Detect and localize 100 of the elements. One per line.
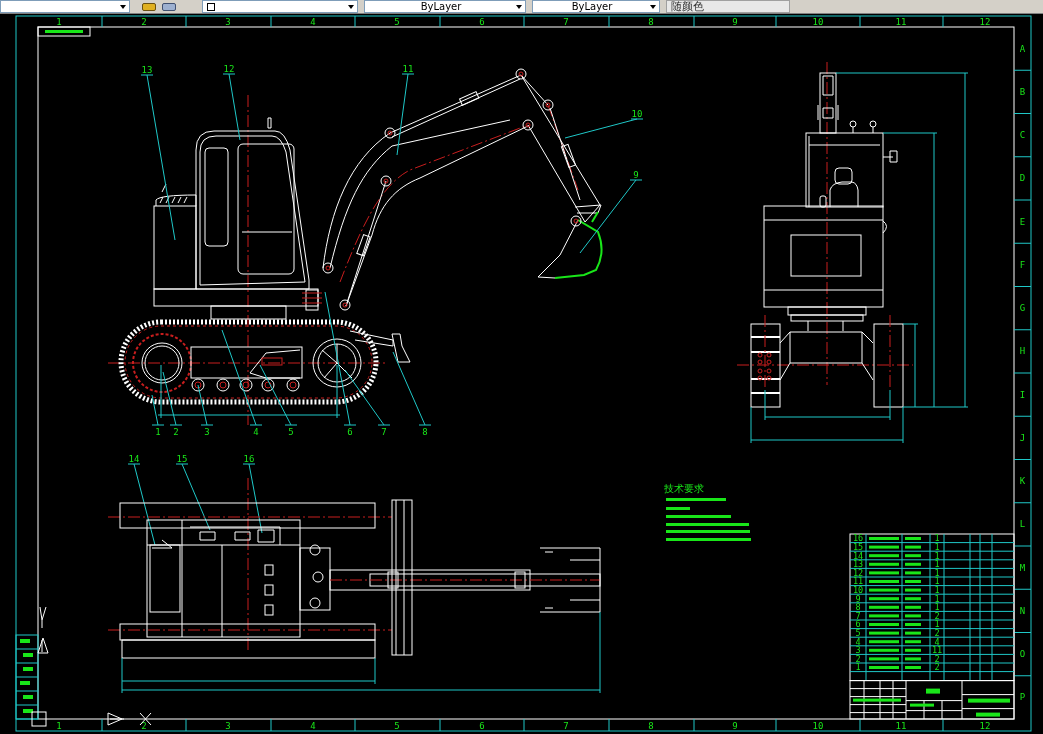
column-label: 5 (394, 17, 400, 27)
column-label: 5 (394, 721, 400, 731)
table-cell: 12 (852, 567, 864, 578)
balloon-number: 2 (173, 427, 179, 437)
column-label: 4 (310, 17, 316, 27)
balloon-number: 13 (141, 65, 153, 75)
table-cell: 2 (934, 653, 940, 664)
dropdown[interactable]: ByLayer (364, 0, 526, 13)
column-label: 2 (141, 721, 147, 731)
row-label: L (1019, 519, 1026, 530)
table-cell: 5 (855, 627, 861, 638)
caret-icon (120, 4, 126, 9)
square-icon (207, 2, 215, 11)
column-label: 1 (56, 17, 62, 27)
dropdown[interactable] (202, 0, 358, 13)
column-label: 8 (648, 17, 654, 27)
dropdown[interactable] (0, 0, 130, 13)
table-cell: 2 (855, 653, 861, 664)
row-label: G (1019, 303, 1026, 314)
column-label: 10 (812, 17, 824, 27)
row-label: H (1019, 346, 1026, 357)
table-cell: 10 (852, 584, 864, 595)
notes-title: 技术要求 (664, 483, 704, 494)
column-label: 8 (648, 721, 654, 731)
balloon-number: 12 (223, 64, 235, 74)
column-label: 2 (141, 17, 147, 27)
ucs-icon (37, 606, 49, 654)
balloon-number: 10 (631, 109, 643, 119)
row-label: F (1019, 259, 1026, 270)
column-label: 1 (56, 721, 62, 731)
balloon-number: 16 (243, 454, 255, 464)
caret-icon (348, 4, 354, 9)
column-label: 11 (895, 721, 907, 731)
row-label: J (1019, 432, 1026, 443)
label-box (37, 26, 91, 37)
row-label: C (1019, 130, 1026, 141)
row-label: K (1019, 476, 1026, 487)
table-cell: 1 (934, 550, 940, 561)
table-cell: 13 (852, 559, 864, 570)
dropdown[interactable]: ByLayer (532, 0, 660, 13)
row-label: O (1019, 649, 1026, 660)
table-cell: 4 (934, 636, 940, 647)
balloon-number: 3 (204, 427, 210, 437)
column-label: 9 (732, 17, 738, 27)
balloon-number: 5 (288, 427, 294, 437)
table-cell: 1 (934, 541, 940, 552)
column-label: 9 (732, 721, 738, 731)
table-cell: 1 (855, 662, 861, 673)
column-label: 11 (895, 17, 907, 27)
table-cell: 16 (852, 533, 864, 544)
table-cell: 2 (934, 610, 940, 621)
table-cell: 11 (931, 645, 943, 656)
balloon-number: 14 (128, 454, 140, 464)
row-label: M (1019, 562, 1026, 573)
layers-icon[interactable] (142, 2, 156, 11)
caret-icon (516, 4, 522, 9)
row-label: P (1019, 692, 1026, 703)
stack-icon[interactable] (162, 2, 176, 11)
leader-line (222, 73, 241, 141)
table-cell: 11 (852, 576, 864, 587)
table-cell: 4 (855, 636, 861, 647)
table-cell: 1 (934, 576, 940, 587)
column-label: 7 (563, 721, 569, 731)
column-label: 4 (310, 721, 316, 731)
table-cell: 1 (934, 567, 940, 578)
row-label: I (1019, 389, 1026, 400)
table-cell: 15 (852, 541, 864, 552)
column-label: 10 (812, 721, 824, 731)
table-cell: 1 (934, 593, 940, 604)
row-label: N (1019, 605, 1026, 616)
table-cell: 1 (934, 619, 940, 630)
table-cell: 1 (934, 533, 940, 544)
column-label: 12 (979, 721, 991, 731)
color-field[interactable]: 随颜色 (666, 0, 790, 13)
table-cell: 2 (934, 662, 940, 673)
table-cell: 7 (855, 610, 861, 621)
table-cell: 6 (855, 619, 861, 630)
row-label: E (1019, 216, 1026, 227)
row-label: D (1019, 173, 1026, 184)
leader-line (197, 384, 214, 426)
column-label: 3 (225, 17, 231, 27)
balloon-number: 6 (347, 427, 353, 437)
table-cell: 1 (934, 559, 940, 570)
table-cell: 2 (934, 627, 940, 638)
table-cell: 8 (855, 602, 861, 613)
column-label: 6 (479, 721, 485, 731)
balloon-number: 9 (633, 170, 639, 180)
column-label: 12 (979, 17, 991, 27)
triangle-arrow-icon (107, 712, 125, 726)
table-cell: 3 (855, 645, 861, 656)
table-cell: 1 (934, 584, 940, 595)
table-cell: 14 (852, 550, 864, 561)
caret-icon (650, 4, 656, 9)
table-cell: 9 (855, 593, 861, 604)
leader-line (242, 463, 263, 534)
row-label: A (1019, 43, 1026, 54)
balloon-number: 7 (381, 427, 387, 437)
balloon-number: 4 (253, 427, 259, 437)
column-label: 7 (563, 17, 569, 27)
balloon-number: 11 (402, 64, 414, 74)
